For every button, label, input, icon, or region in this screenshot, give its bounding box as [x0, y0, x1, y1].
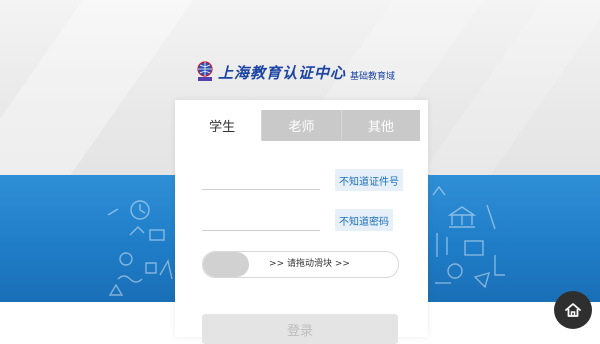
brand-subtitle: 基础教育域 [350, 71, 396, 82]
tab-teacher[interactable]: 老师 [261, 110, 341, 141]
id-number-input[interactable] [202, 166, 320, 188]
education-doodles-right [432, 185, 505, 289]
login-card: 学生 老师 其他 不知道证件号 不知道密码 >> 请拖动滑块 >> 登录 [175, 100, 428, 344]
brand-header: 上海教育认证中心 基础教育域 [196, 60, 395, 84]
slider-handle[interactable] [203, 252, 249, 277]
brand-name: 上海教育认证中心 [218, 63, 347, 82]
education-doodles-left [107, 200, 173, 296]
login-button[interactable]: 登录 [202, 314, 398, 344]
role-tabs: 学生 老师 其他 [183, 110, 420, 141]
tab-other[interactable]: 其他 [340, 110, 420, 141]
forgot-id-button[interactable]: 不知道证件号 [335, 169, 403, 191]
password-underline [202, 230, 320, 231]
captcha-slider[interactable]: >> 请拖动滑块 >> [202, 251, 399, 278]
home-button[interactable] [554, 291, 592, 329]
password-input[interactable] [202, 207, 320, 229]
tab-student[interactable]: 学生 [183, 110, 262, 141]
home-icon [565, 303, 581, 317]
globe-icon [197, 61, 213, 81]
id-number-underline [202, 189, 320, 190]
forgot-password-button[interactable]: 不知道密码 [335, 209, 393, 231]
